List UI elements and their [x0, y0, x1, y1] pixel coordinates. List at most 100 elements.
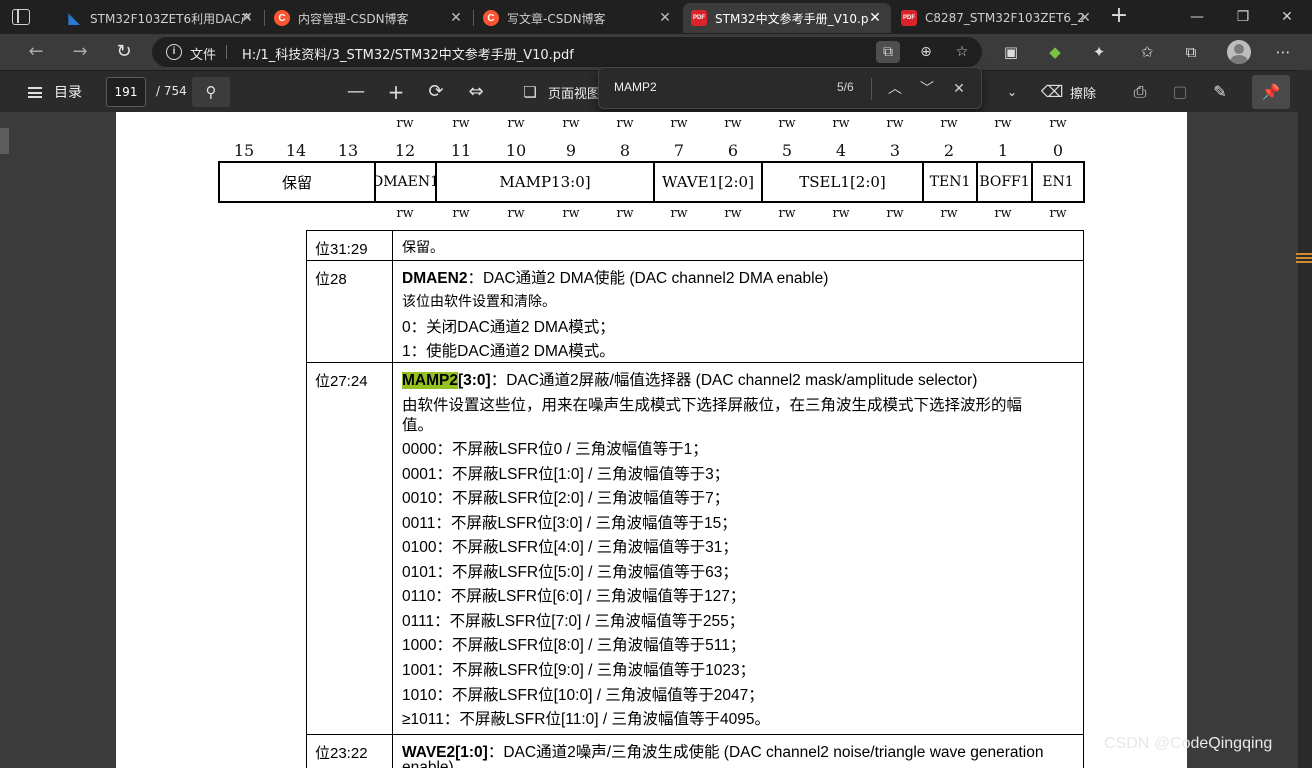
zoom-out-button[interactable]: —	[344, 80, 368, 104]
access-rw-label: rw	[940, 116, 958, 131]
bit-range: 位28	[307, 261, 393, 362]
close-window-button[interactable]: ✕	[1272, 6, 1302, 28]
print-icon[interactable]: ⎙	[1128, 80, 1152, 104]
chevron-down-icon[interactable]: ⌄	[1000, 80, 1024, 104]
side-handle[interactable]	[0, 128, 9, 154]
find-dialog: MAMP2 5/6 ︿ ﹀ ✕	[598, 67, 982, 109]
refresh-button[interactable]: ↻	[110, 39, 138, 65]
close-icon[interactable]: ✕	[947, 77, 971, 101]
extension-color-icon[interactable]: ◆	[1042, 40, 1068, 64]
tab-label: 写文章-CSDN博客	[507, 11, 606, 26]
table-row: 位31:29 保留。	[307, 231, 1083, 261]
bit-number: 10	[505, 141, 527, 160]
access-rw-label: rw	[724, 206, 742, 221]
access-rw-label: rw	[940, 206, 958, 221]
close-icon[interactable]: ✕	[867, 10, 883, 26]
page-total: / 754	[156, 84, 187, 98]
field-summary: ：DAC通道2噪声/三角波生成使能 (DAC channel2 noise/tr…	[487, 744, 1044, 761]
pdf-icon: PDF	[901, 10, 917, 26]
previous-match-icon[interactable]: ︿	[883, 77, 907, 101]
toc-button[interactable]: 目录	[28, 82, 82, 102]
tab-content-management[interactable]: C 内容管理-CSDN博客 ✕	[266, 3, 472, 33]
scheme-label: 文件	[190, 48, 217, 63]
description-line: 0：关闭DAC通道2 DMA模式；	[402, 319, 615, 336]
bit-number: 5	[781, 141, 793, 160]
read-aloud-icon[interactable]: ⧉	[876, 41, 900, 63]
description-line: 0010：不屏蔽LSFR位[2:0] / 三角波幅值等于7；	[402, 490, 730, 507]
page-number-input[interactable]: 191	[106, 77, 146, 107]
save-icon[interactable]: ▢	[1168, 80, 1192, 104]
save-as-icon[interactable]: ✎	[1208, 80, 1232, 104]
tab-write-article[interactable]: C 写文章-CSDN博客 ✕	[475, 3, 681, 33]
access-rw-label: rw	[994, 116, 1012, 131]
scrollbar[interactable]	[1298, 70, 1312, 768]
add-favorite-icon[interactable]: ☆	[950, 41, 974, 63]
tab-label: STM32F103ZET6利用DAC产	[90, 11, 250, 26]
bit-number: 0	[1052, 141, 1064, 160]
description-line: 1010：不屏蔽LSFR位[10:0] / 三角波幅值等于2047；	[402, 687, 764, 704]
address-bar[interactable]: i 文件 H:/1_科技资料/3_STM32/STM32中文参考手册_V10.p…	[152, 37, 982, 67]
field-boff1: BOFF1	[978, 163, 1033, 201]
bit-number: 11	[450, 141, 472, 160]
field-name: DMAEN2	[402, 270, 468, 287]
close-icon[interactable]: ✕	[1077, 10, 1093, 26]
access-rw-label: rw	[562, 206, 580, 221]
find-separator	[871, 78, 872, 100]
field-mamp1: MAMP13:0]	[437, 163, 655, 201]
table-row: 位27:24 MAMP2[3:0]：DAC通道2屏蔽/幅值选择器 (DAC ch…	[307, 363, 1083, 735]
close-icon[interactable]: ✕	[239, 10, 255, 26]
collections-icon[interactable]: ⧉	[1178, 40, 1204, 64]
info-icon[interactable]: i	[166, 44, 182, 60]
find-input[interactable]: MAMP2	[614, 80, 657, 94]
forward-button[interactable]: →	[66, 39, 94, 65]
zoom-icon[interactable]: ⊕	[914, 41, 938, 63]
favorites-icon[interactable]: ✩	[1134, 40, 1160, 64]
tab-c8287-datasheet[interactable]: PDF C8287_STM32F103ZET6_20 ✕	[893, 3, 1101, 33]
description-line: 0101：不屏蔽LSFR位[5:0] / 三角波幅值等于63；	[402, 564, 738, 581]
tab-actions-icon[interactable]	[12, 9, 30, 25]
eraser-icon[interactable]: ⌫	[1040, 80, 1064, 104]
extension-icon[interactable]: ▣	[998, 40, 1024, 64]
extensions-icon[interactable]: ✦	[1086, 40, 1112, 64]
fit-width-icon[interactable]: ⇔	[464, 80, 488, 104]
close-icon[interactable]: ✕	[448, 10, 464, 26]
bit-number: 1	[997, 141, 1009, 160]
zoom-in-button[interactable]: +	[384, 80, 408, 104]
back-button[interactable]: ←	[22, 39, 50, 65]
bit-number: 6	[727, 141, 739, 160]
erase-label[interactable]: 擦除	[1070, 83, 1096, 102]
access-rw-label: rw	[886, 206, 904, 221]
page-view-label[interactable]: 页面视图	[548, 83, 600, 102]
avatar[interactable]	[1227, 40, 1251, 64]
bit-range: 位23:22	[307, 735, 393, 768]
url-text[interactable]: H:/1_科技资料/3_STM32/STM32中文参考手册_V10.pdf	[242, 44, 574, 63]
access-rw-label: rw	[724, 116, 742, 131]
access-rw-label: rw	[886, 116, 904, 131]
close-icon[interactable]: ✕	[657, 10, 673, 26]
access-rw-label: rw	[1049, 116, 1067, 131]
restore-button[interactable]: ❐	[1228, 6, 1258, 28]
access-rw-label: rw	[396, 206, 414, 221]
next-match-icon[interactable]: ﹀	[915, 77, 939, 101]
rotate-icon[interactable]: ⟳	[424, 80, 448, 104]
minimize-button[interactable]: —	[1182, 6, 1212, 28]
description-line: 由软件设置这些位，用来在噪声生成模式下选择屏蔽位，在三角波生成模式下选择波形的幅	[402, 396, 1023, 414]
browser-window: ◣ STM32F103ZET6利用DAC产 ✕ C 内容管理-CSDN博客 ✕ …	[0, 0, 1312, 768]
access-rw-label: rw	[562, 116, 580, 131]
description-line: 1000：不屏蔽LSFR位[8:0] / 三角波幅值等于511；	[402, 637, 746, 654]
access-rw-label: rw	[832, 116, 850, 131]
new-tab-button[interactable]: +	[1107, 5, 1131, 29]
bit-number: 8	[619, 141, 631, 160]
more-menu-icon[interactable]: ⋯	[1270, 40, 1296, 64]
tab-stm32-manual[interactable]: PDF STM32中文参考手册_V10.p ✕	[683, 3, 891, 33]
access-rw-label: rw	[1049, 206, 1067, 221]
search-icon[interactable]: ⚲	[192, 77, 230, 107]
page-view-icon[interactable]: ❏	[518, 80, 542, 104]
field-wave1: WAVE1[2:0]	[655, 163, 763, 201]
access-rw-label: rw	[507, 116, 525, 131]
tab-label: 内容管理-CSDN博客	[298, 11, 409, 26]
tab-dac-article[interactable]: ◣ STM32F103ZET6利用DAC产 ✕	[58, 3, 263, 33]
field-summary: ：DAC通道2屏蔽/幅值选择器 (DAC channel2 mask/ampli…	[490, 372, 978, 389]
field-name: [3:0]	[457, 372, 491, 389]
pin-icon[interactable]: 📌	[1252, 75, 1290, 109]
